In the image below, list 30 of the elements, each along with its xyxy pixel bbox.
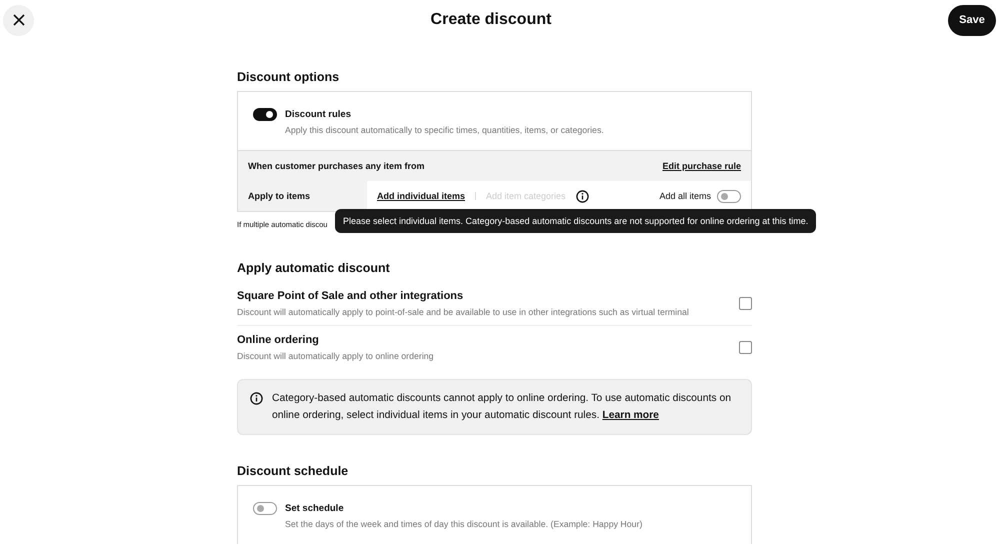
- page-title: Create discount: [430, 11, 552, 29]
- option-title: Square Point of Sale and other integrations: [237, 290, 464, 302]
- toggle-label: Set schedule: [285, 503, 345, 514]
- info-icon[interactable]: [576, 190, 589, 202]
- info-message: Category-based automatic discounts cannot apply to online ordering. To use automatic discounts on online ordering, select individual items in your automatic discount rules. Learn more: [272, 392, 732, 423]
- section-heading: Discount schedule: [237, 464, 350, 478]
- close-icon: [12, 14, 24, 26]
- toggle-switch[interactable]: [253, 502, 277, 515]
- tooltip: Please select individual items. Category-based automatic discounts are not supported for online ordering at this time.: [335, 209, 816, 233]
- toggle-label: Discount rules: [285, 109, 352, 120]
- section-heading: Discount options: [237, 70, 340, 84]
- purchase-rule-text: When customer purchases any item from: [248, 161, 425, 171]
- learn-more-link[interactable]: Learn more: [602, 410, 659, 421]
- option-description: Discount will automatically apply to online ordering: [237, 351, 434, 361]
- apply-label: Apply to items: [247, 190, 312, 203]
- edit-purchase-rule-link[interactable]: Edit purchase rule: [662, 161, 741, 171]
- checkbox[interactable]: [739, 297, 752, 310]
- add-individual-items-link[interactable]: Add individual items: [377, 191, 466, 201]
- save-button[interactable]: Save: [948, 4, 996, 36]
- toggle-switch[interactable]: [717, 190, 741, 203]
- toggle-description: Set the days of the week and times of day this discount is available. (Example: Happy Hour): [285, 519, 642, 529]
- close-button[interactable]: [3, 4, 34, 36]
- option-description: Discount will automatically apply to point-of-sale and be available to use in other integrations such as virtual terminal: [237, 307, 689, 317]
- toggle-description: Apply this discount automatically to specific times, quantities, items, or categories.: [285, 125, 604, 135]
- add-all-items-label: Add all items: [659, 191, 711, 201]
- checkbox[interactable]: [739, 341, 752, 354]
- toggle-switch[interactable]: [253, 108, 277, 121]
- section-heading: Apply automatic discount: [237, 261, 391, 275]
- option-title: Online ordering: [237, 334, 320, 346]
- info-icon: [250, 392, 263, 405]
